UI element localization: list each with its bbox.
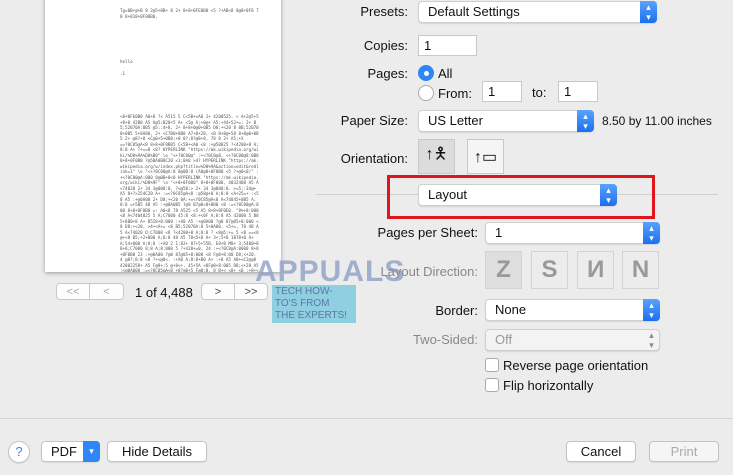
flip-horizontally-label: Flip horizontally bbox=[503, 378, 594, 393]
layout-direction-label: Layout Direction: bbox=[380, 264, 478, 279]
previous-page-button[interactable]: < bbox=[89, 283, 124, 300]
orientation-label: Orientation: bbox=[340, 151, 408, 166]
preview-text: .1 bbox=[120, 70, 126, 76]
portrait-icon: ↑🯅 bbox=[425, 146, 448, 163]
layout-s-icon: S bbox=[541, 256, 558, 283]
paper-size-label: Paper Size: bbox=[340, 113, 408, 128]
layout-reverse-n-icon: N bbox=[586, 256, 605, 283]
flip-horizontally-checkbox[interactable] bbox=[485, 378, 499, 392]
copies-input[interactable]: 1 bbox=[418, 35, 477, 56]
copies-label: Copies: bbox=[363, 38, 408, 53]
presets-label: Presets: bbox=[360, 4, 408, 19]
border-select[interactable]: None ▴ ▾ bbox=[485, 299, 660, 321]
chevron-updown-icon: ▴ ▾ bbox=[643, 222, 660, 244]
layout-direction-s-button[interactable]: S bbox=[531, 251, 568, 289]
pages-per-sheet-select[interactable]: 1 ▴ ▾ bbox=[485, 222, 660, 244]
pages-from-radio[interactable] bbox=[418, 85, 434, 101]
chevron-updown-icon: ▴ ▾ bbox=[640, 1, 657, 23]
help-button[interactable]: ? bbox=[8, 441, 30, 463]
preview-text: <8+0FE0B0 A0+8 ?< A515 5 C<5B+<A0 2+ 420… bbox=[120, 114, 259, 141]
highlight-box bbox=[387, 175, 655, 219]
reverse-orientation-checkbox[interactable] bbox=[485, 358, 499, 372]
preview-text: Tg=0B+@+B 8 2@5+0B+ 8 2+ 8+8+0FE0B0 <5 ?… bbox=[120, 8, 259, 19]
pages-label: Pages: bbox=[367, 66, 408, 81]
page-status: 1 of 4,488 bbox=[135, 285, 193, 300]
pages-from-label: From: bbox=[438, 86, 472, 101]
reverse-orientation-label: Reverse page orientation bbox=[503, 358, 649, 373]
hide-details-button[interactable]: Hide Details bbox=[107, 441, 207, 462]
two-sided-select[interactable]: Off ▴ ▾ bbox=[485, 329, 660, 351]
watermark-tagline: TECH HOW-TO'S FROM THE EXPERTS! bbox=[272, 285, 356, 323]
chevron-updown-icon: ▴ ▾ bbox=[649, 330, 654, 350]
footer-divider bbox=[0, 418, 733, 419]
paper-size-select[interactable]: US Letter ▴ ▾ bbox=[418, 110, 594, 132]
pdf-menu-button[interactable]: PDF ▾ bbox=[41, 441, 100, 462]
pages-from-input[interactable]: 1 bbox=[482, 81, 522, 102]
next-page-button[interactable]: > bbox=[201, 283, 235, 300]
print-preview-page: Tg=0B+@+B 8 2@5+0B+ 8 2+ 8+8+0FE0B0 <5 ?… bbox=[45, 0, 281, 272]
paper-dimensions: 8.50 by 11.00 inches bbox=[602, 114, 712, 128]
chevron-down-icon: ▾ bbox=[83, 441, 100, 462]
layout-direction-z-button[interactable]: Z bbox=[485, 251, 522, 289]
presets-select[interactable]: Default Settings ▴ ▾ bbox=[418, 1, 657, 23]
chevron-updown-icon: ▴ ▾ bbox=[577, 110, 594, 132]
layout-z-icon: Z bbox=[496, 256, 511, 283]
pages-to-input[interactable]: 1 bbox=[558, 81, 598, 102]
pages-per-sheet-label: Pages per Sheet: bbox=[377, 225, 478, 240]
chevron-updown-icon: ▴ ▾ bbox=[643, 299, 660, 321]
preview-text: ==?0C85@A<8 8+8+0F0B05 C<5B+<A0 <8 :+@50… bbox=[120, 141, 259, 273]
layout-direction-n-button[interactable]: N bbox=[622, 251, 659, 289]
border-label: Border: bbox=[435, 303, 478, 318]
pages-all-radio[interactable] bbox=[418, 65, 434, 81]
orientation-landscape-button[interactable]: ↑▭ bbox=[467, 139, 504, 174]
layout-n-icon: N bbox=[631, 256, 650, 283]
print-button[interactable]: Print bbox=[649, 441, 719, 462]
first-page-button[interactable]: << bbox=[56, 283, 90, 300]
layout-direction-reverse-n-button[interactable]: N bbox=[577, 251, 614, 289]
landscape-icon: ↑▭ bbox=[473, 148, 498, 166]
cancel-button[interactable]: Cancel bbox=[566, 441, 636, 462]
pages-all-label: All bbox=[438, 66, 453, 81]
orientation-portrait-button[interactable]: ↑🯅 bbox=[418, 139, 455, 174]
preview-text: hello bbox=[120, 59, 133, 64]
pages-to-label: to: bbox=[532, 85, 547, 100]
two-sided-label: Two-Sided: bbox=[412, 332, 478, 347]
